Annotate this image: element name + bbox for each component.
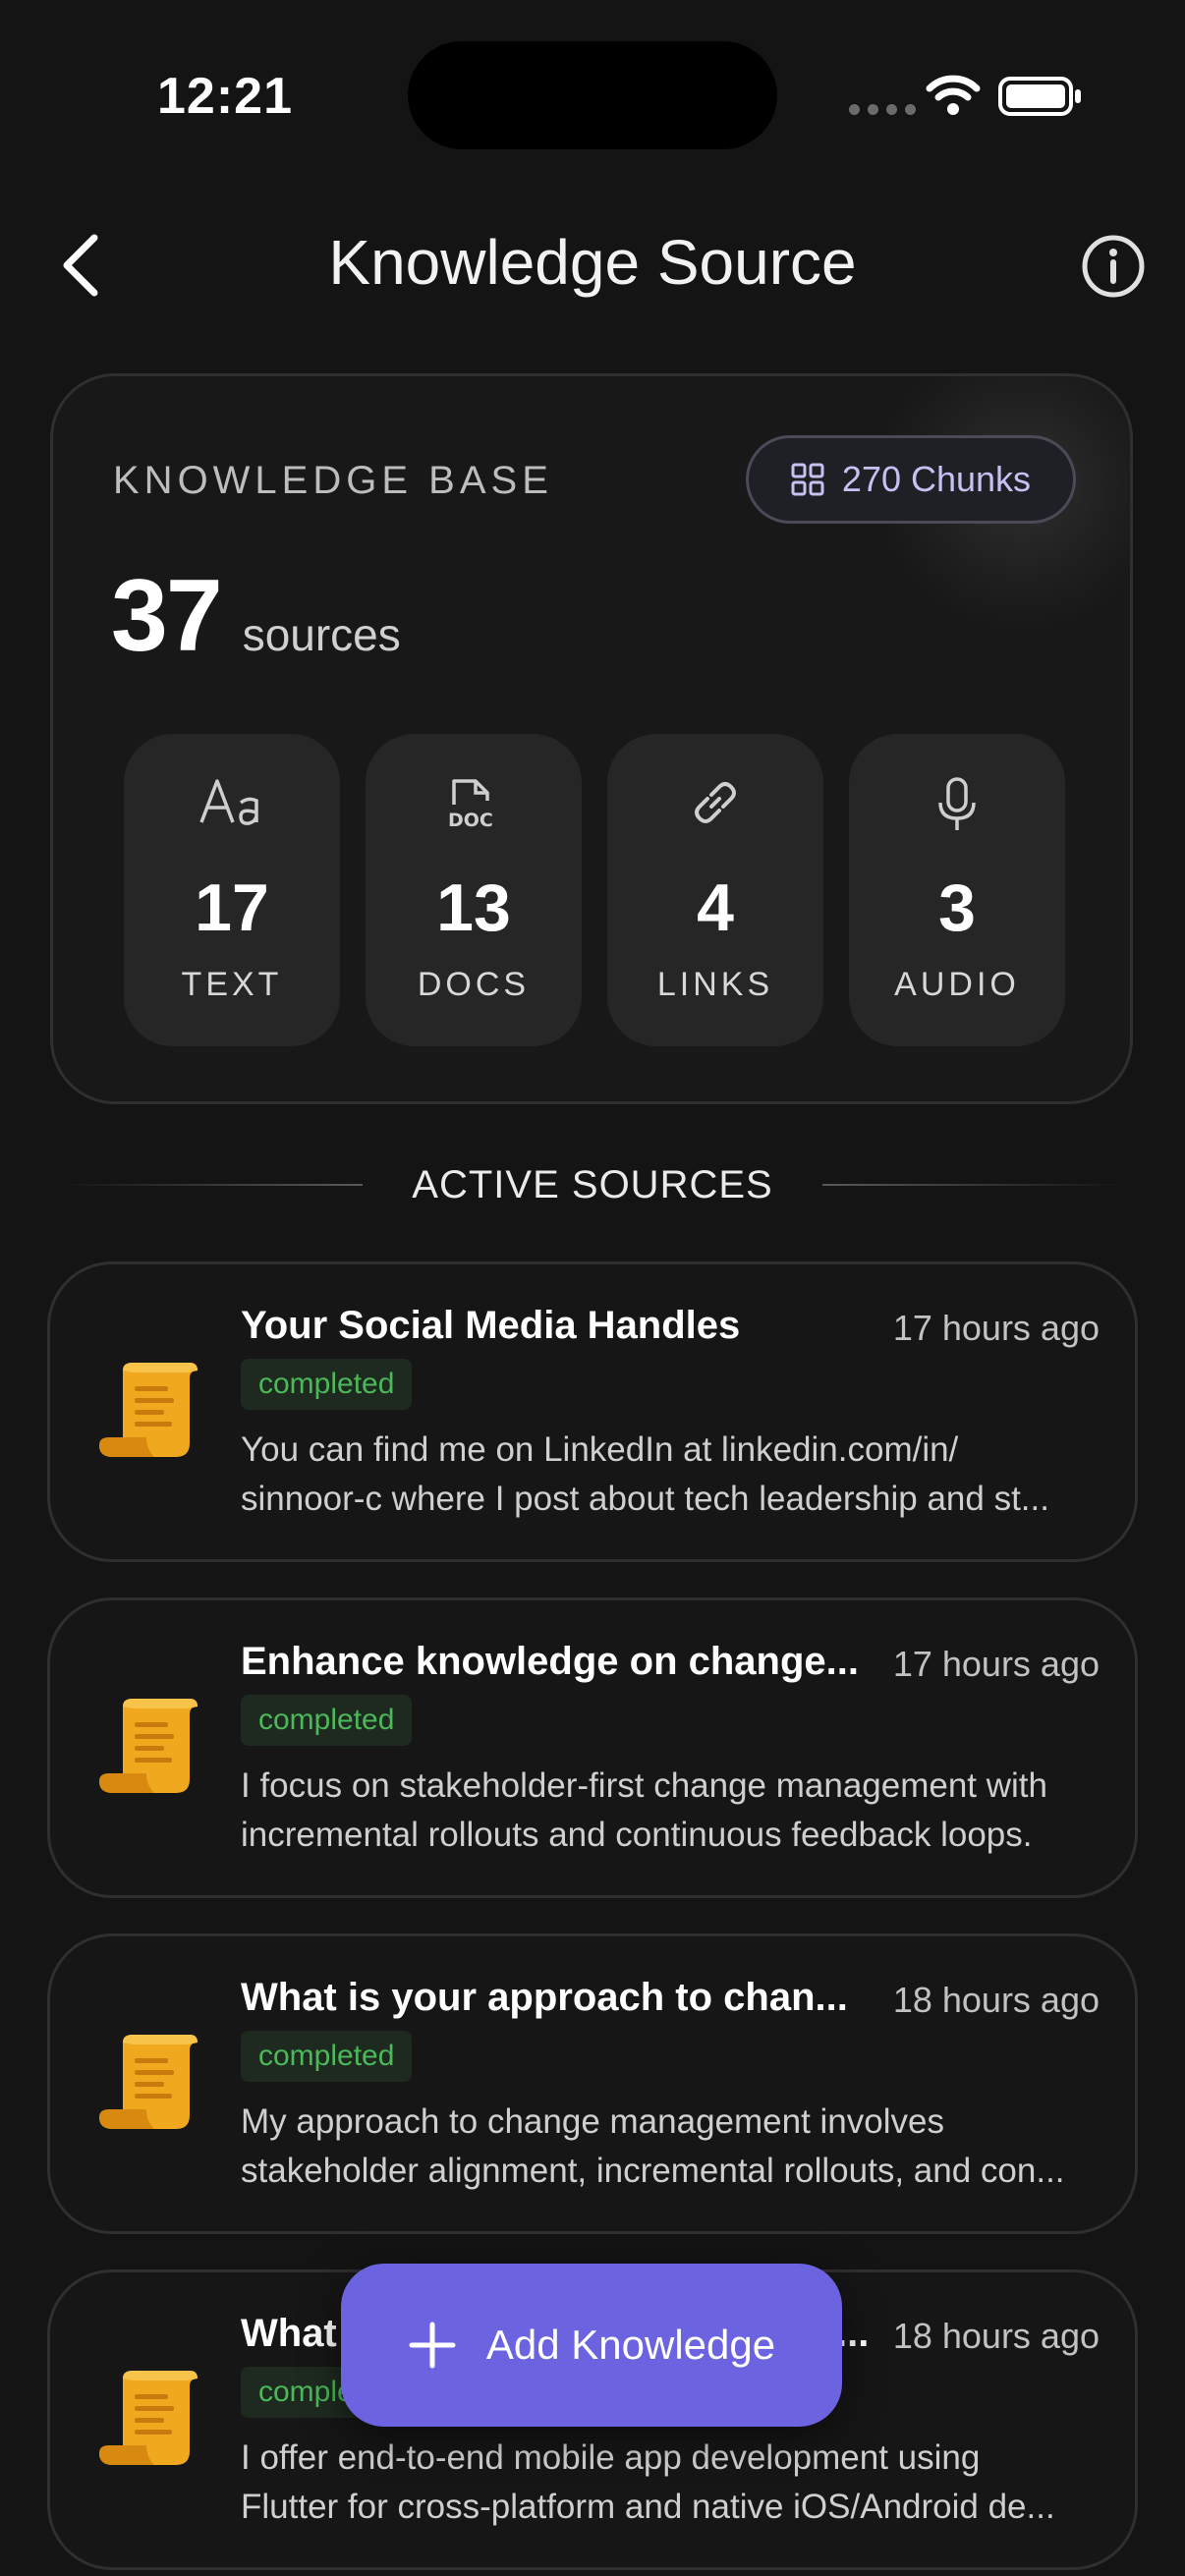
description-line: Flutter for cross-platform and native iO… [241, 2488, 1055, 2526]
source-type-stats: 17 TEXT DOC 13 DOCS 4 LINKS 3 AUDIO [124, 734, 1065, 1046]
microphone-icon [938, 777, 976, 830]
wifi-icon [926, 75, 981, 115]
sources-count: 37 sources [111, 558, 401, 675]
status-time: 12:21 [157, 68, 293, 125]
description-line: You can find me on LinkedIn at linkedin.… [241, 1430, 959, 1469]
source-title: What is your approach to chan... [241, 1976, 848, 2019]
info-icon[interactable] [1081, 234, 1146, 299]
status-badge: completed [241, 1359, 413, 1410]
source-time: 17 hours ago [892, 1644, 1100, 1684]
stat-value: 3 [938, 870, 976, 945]
page-title: Knowledge Source [328, 227, 857, 298]
description-line: stakeholder alignment, incremental rollo… [241, 2152, 1065, 2190]
source-title: Your Social Media Handles [241, 1304, 741, 1347]
grid-icon [791, 463, 824, 496]
description-line: I focus on stakeholder-first change mana… [241, 1766, 1047, 1805]
chunks-count: 270 Chunks [841, 459, 1032, 499]
svg-text:DOC: DOC [448, 810, 493, 830]
source-description: I focus on stakeholder-first change mana… [241, 1762, 1105, 1860]
dynamic-island [408, 41, 777, 149]
cellular-signal-icon [849, 104, 916, 115]
stat-links[interactable]: 4 LINKS [607, 734, 823, 1046]
source-card[interactable]: Enhance knowledge on change... 17 hours … [47, 1597, 1138, 1898]
description-line: sinnoor-c where I post about tech leader… [241, 1480, 1049, 1518]
stat-label: LINKS [656, 966, 774, 1003]
sources-unit: sources [242, 609, 401, 660]
stat-audio[interactable]: 3 AUDIO [849, 734, 1065, 1046]
doc-file-icon: DOC [448, 779, 493, 830]
source-title-tail: ... [836, 2312, 870, 2355]
description-line: incremental rollouts and continuous feed… [241, 1816, 1033, 1854]
stat-value: 4 [697, 870, 734, 945]
source-description: My approach to change management involve… [241, 2098, 1105, 2196]
scroll-icon [99, 2371, 198, 2465]
active-sources-divider: ACTIVE SOURCES [59, 1159, 1126, 1210]
stat-value: 17 [195, 870, 269, 945]
scroll-icon [99, 1699, 198, 1793]
add-knowledge-button[interactable]: Add Knowledge [341, 2264, 842, 2427]
stat-text[interactable]: 17 TEXT [124, 734, 340, 1046]
status-badge: completed [241, 1695, 413, 1746]
add-knowledge-label: Add Knowledge [485, 2322, 776, 2368]
stat-value: 13 [436, 870, 511, 945]
source-card[interactable]: Your Social Media Handles 17 hours ago c… [47, 1261, 1138, 1562]
scroll-icon [99, 2035, 198, 2129]
source-time: 17 hours ago [892, 1308, 1100, 1348]
source-card[interactable]: What is your approach to chan... 18 hour… [47, 1933, 1138, 2234]
source-title: Enhance knowledge on change... [241, 1640, 860, 1683]
stat-docs[interactable]: DOC 13 DOCS [366, 734, 582, 1046]
stat-label: TEXT [181, 966, 283, 1003]
active-sources-heading: ACTIVE SOURCES [412, 1162, 773, 1206]
knowledge-base-card: KNOWLEDGE BASE 270 Chunks 37 sources 17 … [50, 373, 1133, 1104]
link-icon [695, 782, 736, 823]
description-line: I offer end-to-end mobile app developmen… [241, 2438, 981, 2477]
source-description: I offer end-to-end mobile app developmen… [241, 2434, 1105, 2532]
stat-label: AUDIO [894, 966, 1020, 1003]
chunks-badge[interactable]: 270 Chunks [746, 435, 1076, 524]
scroll-icon [99, 1363, 198, 1457]
description-line: My approach to change management involve… [241, 2102, 944, 2141]
status-badge: completed [241, 2031, 413, 2082]
battery-icon [998, 77, 1081, 116]
source-time: 18 hours ago [892, 2316, 1100, 2356]
source-time: 18 hours ago [892, 1980, 1100, 2020]
source-description: You can find me on LinkedIn at linkedin.… [241, 1426, 1105, 1524]
knowledge-base-label: KNOWLEDGE BASE [113, 459, 553, 502]
text-format-icon [199, 779, 258, 825]
stat-label: DOCS [417, 966, 531, 1003]
sources-number: 37 [111, 559, 223, 673]
plus-icon [409, 2322, 456, 2369]
